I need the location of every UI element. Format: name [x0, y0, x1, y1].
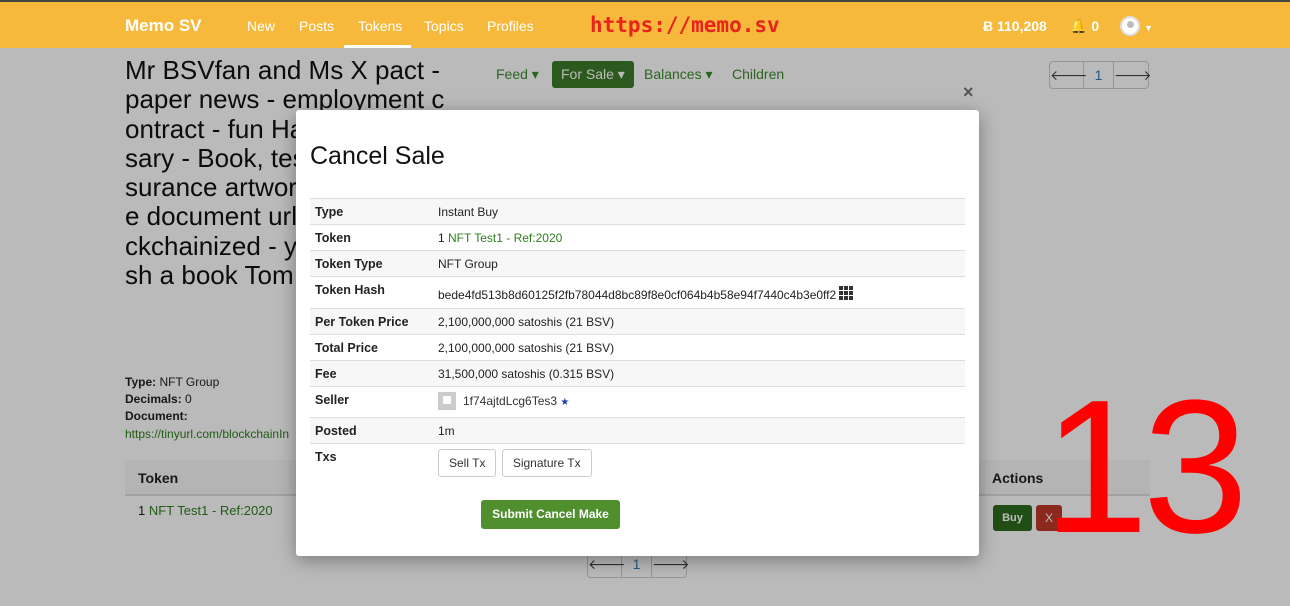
nav-posts[interactable]: Posts [299, 18, 334, 34]
table-row: Token 1 NFT Test1 - Ref:2020 [310, 224, 965, 251]
user-menu[interactable]: ▼ [1120, 16, 1153, 38]
table-row: Total Price 2,100,000,000 satoshis (21 B… [310, 334, 965, 361]
table-row: Seller 1f74ajtdLcg6Tes3 ★ [310, 386, 965, 418]
user-avatar-icon [1120, 16, 1140, 36]
close-icon[interactable]: × [963, 82, 974, 103]
sale-details-table: Type Instant Buy Token 1 NFT Test1 - Ref… [310, 198, 965, 480]
table-row: Token Type NFT Group [310, 250, 965, 277]
table-row: Token Hash bede4fd513b8d60125f2fb78044d8… [310, 276, 965, 309]
sell-tx-button[interactable]: Sell Tx [438, 449, 497, 477]
seller-avatar-icon[interactable] [438, 392, 456, 410]
url-overlay-text: https://memo.sv [590, 13, 780, 37]
star-icon: ★ [560, 397, 570, 408]
cancel-sale-modal: Cancel Sale Type Instant Buy Token 1 NFT… [296, 110, 979, 556]
chevron-down-icon: ▼ [1144, 23, 1153, 33]
overlay-number: 13 [1043, 361, 1248, 573]
signature-tx-button[interactable]: Signature Tx [501, 449, 592, 477]
table-row: Posted 1m [310, 417, 965, 444]
brand-logo[interactable]: Memo SV [125, 16, 202, 36]
notifications-bell[interactable]: 🔔 0 [1070, 18, 1099, 35]
table-row: Txs Sell Tx Signature Tx [310, 443, 965, 480]
modal-title: Cancel Sale [310, 142, 445, 170]
submit-cancel-button[interactable]: Submit Cancel Make [481, 500, 620, 529]
table-row: Per Token Price 2,100,000,000 satoshis (… [310, 308, 965, 335]
qr-code-icon[interactable] [839, 286, 854, 300]
balance-display[interactable]: Ƀ 110,208 [983, 18, 1047, 34]
table-row: Type Instant Buy [310, 198, 965, 225]
nav-new[interactable]: New [247, 18, 275, 34]
nav-topics[interactable]: Topics [424, 18, 464, 34]
table-row: Fee 31,500,000 satoshis (0.315 BSV) [310, 360, 965, 387]
nav-profiles[interactable]: Profiles [487, 18, 534, 34]
top-navbar: Memo SV New Posts Tokens Topics Profiles… [0, 0, 1290, 48]
token-hash: bede4fd513b8d60125f2fb78044d8bc89f8e0cf0… [438, 288, 837, 302]
nav-tokens[interactable]: Tokens [358, 18, 402, 34]
seller-address[interactable]: 1f74ajtdLcg6Tes3 [463, 394, 557, 408]
token-link[interactable]: NFT Test1 - Ref:2020 [448, 231, 562, 245]
